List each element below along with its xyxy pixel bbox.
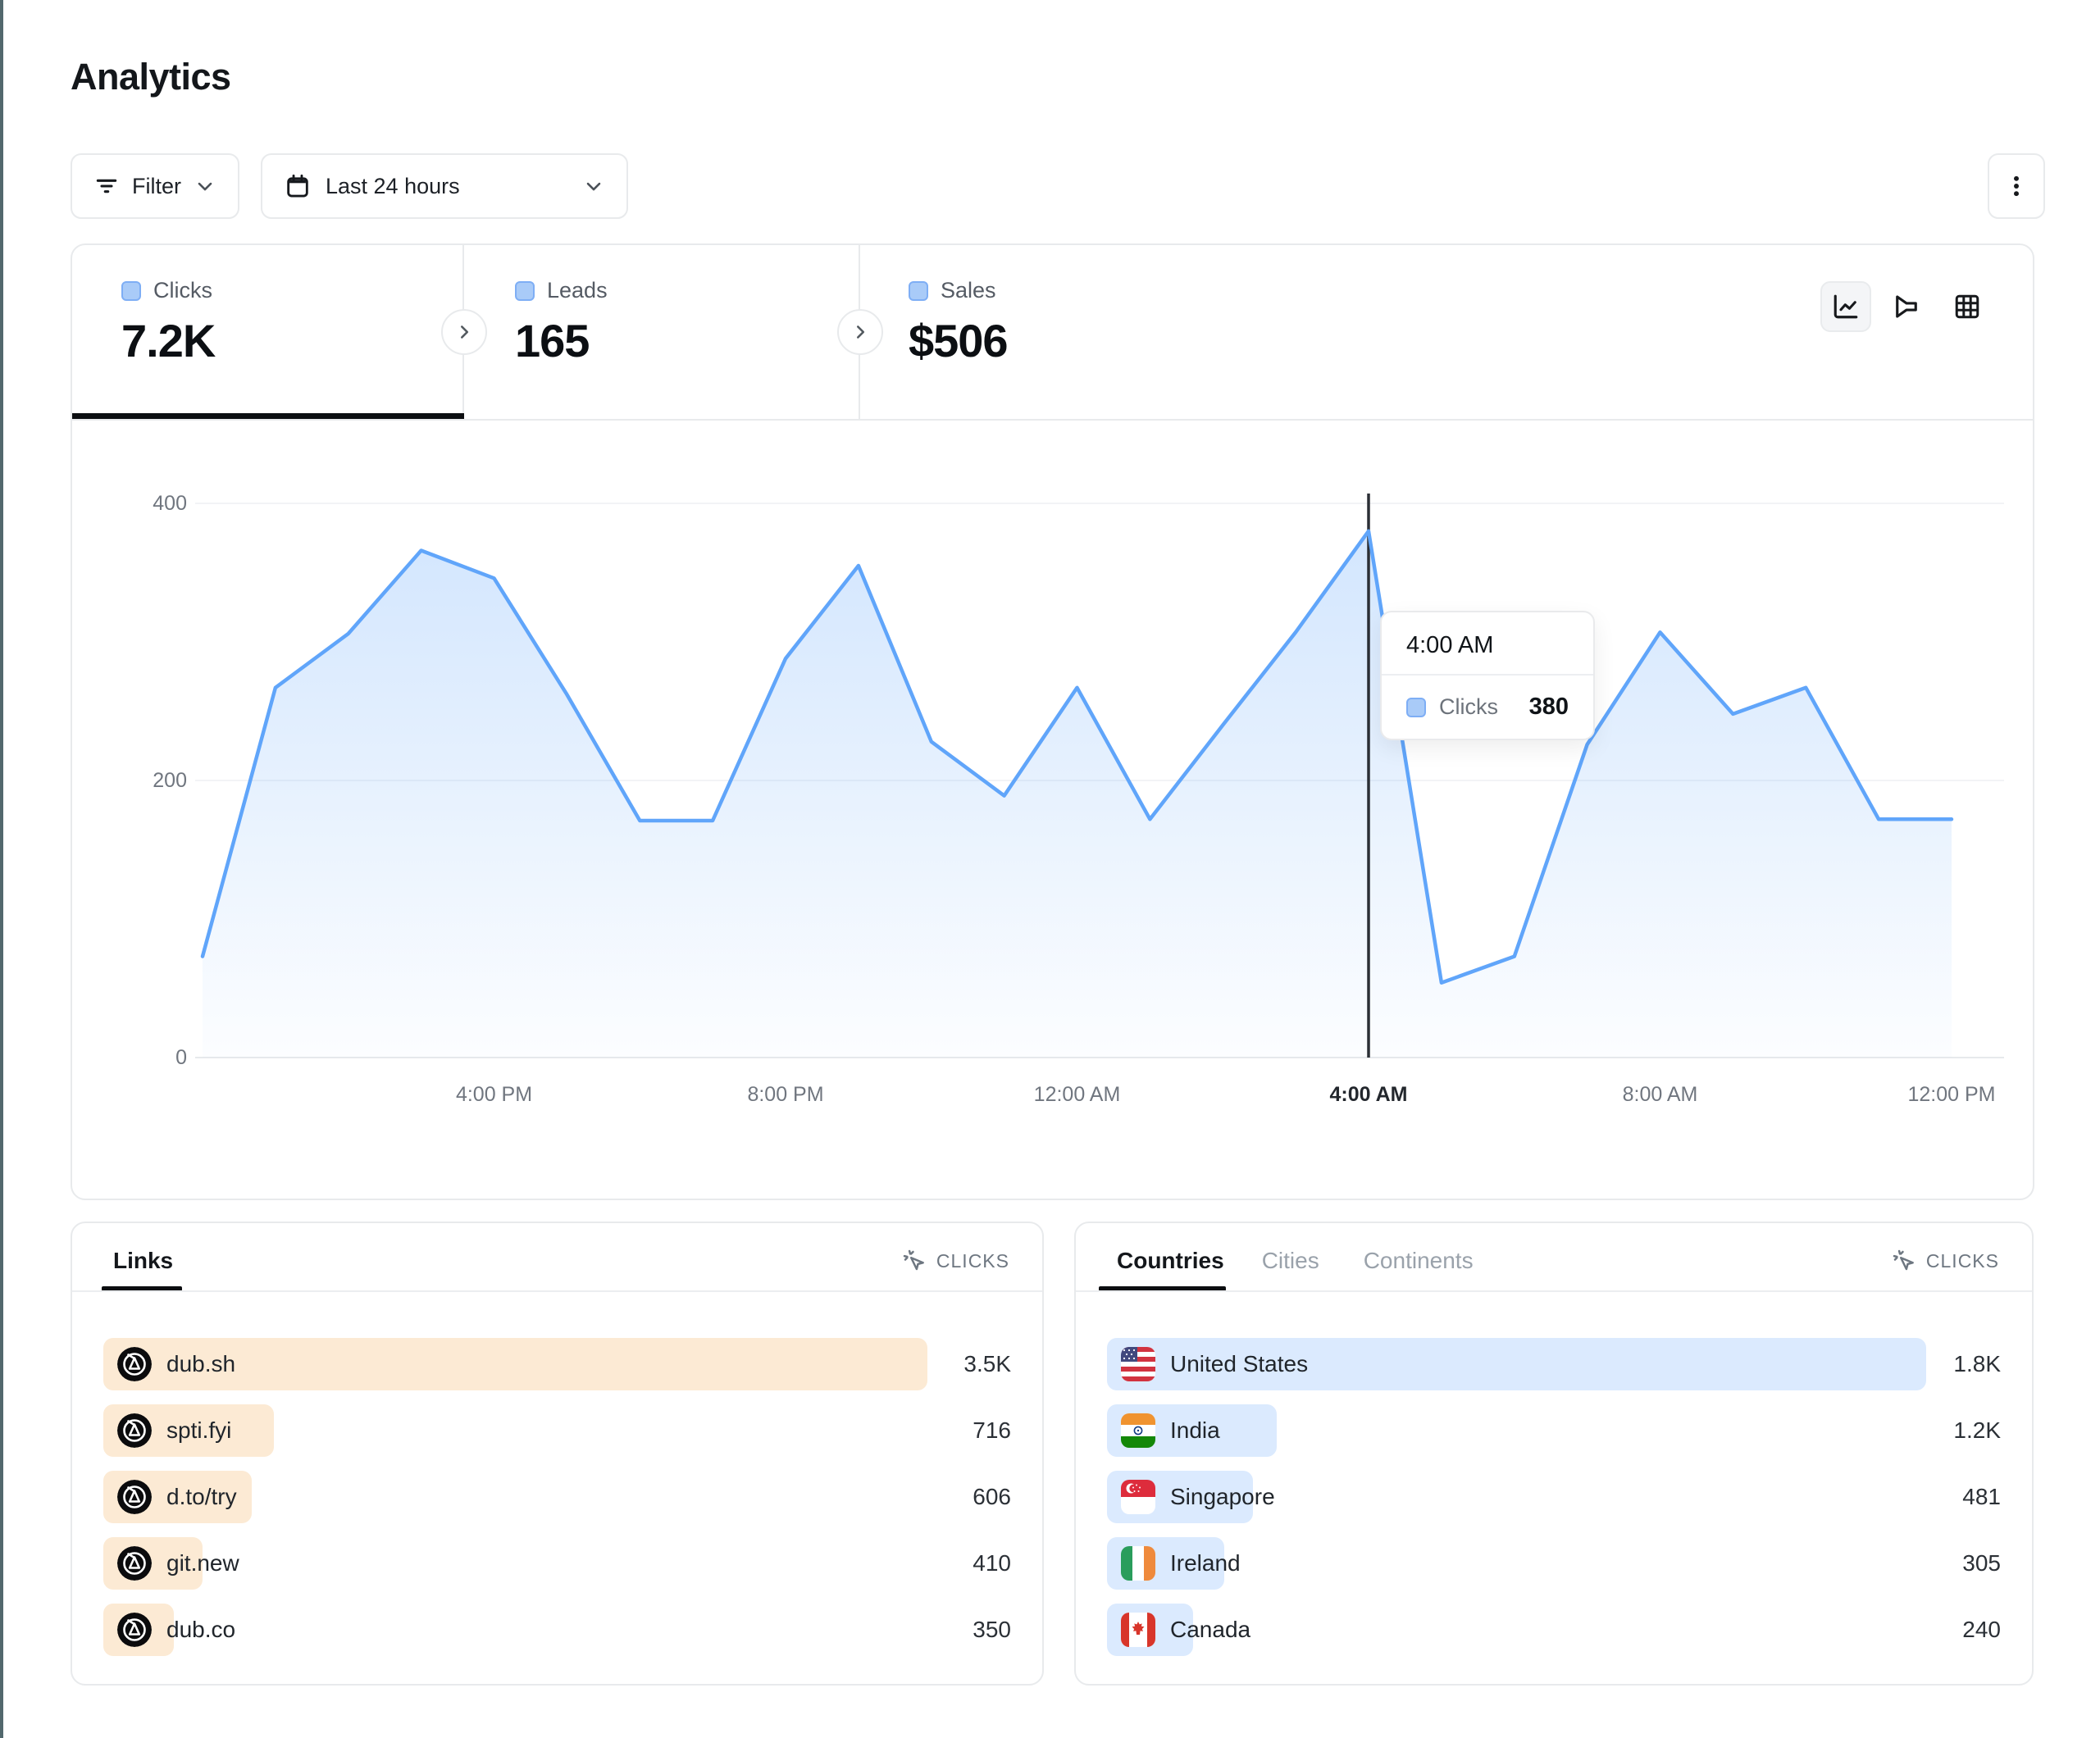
link-label: git.new xyxy=(166,1537,239,1590)
country-label: United States xyxy=(1170,1338,1308,1390)
more-options-button[interactable] xyxy=(1988,153,2045,219)
country-row[interactable]: United States 1.8K xyxy=(1076,1338,2032,1390)
dub-logo-icon xyxy=(117,1546,152,1581)
filter-icon xyxy=(93,173,120,199)
country-row[interactable]: Ireland 305 xyxy=(1076,1537,2032,1590)
clicks-count: 481 xyxy=(1962,1471,2001,1523)
chevron-down-icon xyxy=(194,175,216,198)
clicks-count: 350 xyxy=(973,1604,1011,1656)
dub-logo-icon xyxy=(117,1413,152,1448)
country-label: Canada xyxy=(1170,1604,1250,1656)
area-fill xyxy=(203,531,1952,1058)
dub-logo-icon xyxy=(117,1480,152,1514)
calendar-icon xyxy=(284,172,312,200)
country-label: Singapore xyxy=(1170,1471,1275,1523)
ireland-flag-icon xyxy=(1121,1546,1155,1581)
country-row[interactable]: India 1.2K xyxy=(1076,1404,2032,1457)
chevron-right-icon xyxy=(850,321,871,343)
analytics-chart-card: Clicks 7.2K Leads 165 Sales $506 0200400… xyxy=(71,243,2034,1200)
country-label: Ireland xyxy=(1170,1537,1241,1590)
date-range-label: Last 24 hours xyxy=(326,174,460,199)
link-row[interactable]: dub.sh 3.5K xyxy=(72,1338,1042,1390)
links-panel: Links CLICKS dub.sh3.5Kspti.fyi716d.to/t… xyxy=(71,1222,1044,1686)
clicks-area-chart[interactable] xyxy=(72,245,2033,1199)
country-label: India xyxy=(1170,1404,1220,1457)
dub-logo-icon xyxy=(117,1613,152,1647)
countries-panel: Countries Cities Continents CLICKS Unite… xyxy=(1074,1222,2034,1686)
clicks-count: 410 xyxy=(973,1537,1011,1590)
chevron-right-icon xyxy=(453,321,475,343)
clicks-count: 1.8K xyxy=(1953,1338,2001,1390)
filter-button[interactable]: Filter xyxy=(71,153,239,219)
left-accent-bar xyxy=(0,0,3,1738)
dub-logo-icon xyxy=(117,1347,152,1381)
page-title: Analytics xyxy=(71,56,231,98)
chart-tooltip: 4:00 AM Clicks 380 xyxy=(1380,611,1595,740)
clicks-count: 606 xyxy=(973,1471,1011,1523)
clicks-count: 240 xyxy=(1962,1604,2001,1656)
expand-clicks-button[interactable] xyxy=(441,309,487,355)
country-row[interactable]: Canada 240 xyxy=(1076,1604,2032,1656)
expand-leads-button[interactable] xyxy=(837,309,883,355)
tooltip-series-label: Clicks xyxy=(1439,694,1498,720)
analytics-page: Analytics Filter Last 24 hours Clicks 7.… xyxy=(0,0,2100,1738)
tooltip-time: 4:00 AM xyxy=(1382,612,1593,674)
singapore-flag-icon xyxy=(1121,1480,1155,1514)
link-label: dub.sh xyxy=(166,1338,235,1390)
links-list: dub.sh 3.5K spti.fyi 716 d.to/try 606 git.new 4… xyxy=(72,1223,1042,1684)
canada-flag-icon xyxy=(1121,1613,1155,1647)
chevron-down-icon xyxy=(582,175,605,198)
tooltip-legend-swatch xyxy=(1406,698,1426,717)
india-flag-icon xyxy=(1121,1413,1155,1448)
link-row[interactable]: dub.co 350 xyxy=(72,1604,1042,1656)
link-row[interactable]: spti.fyi 716 xyxy=(72,1404,1042,1457)
kebab-menu-icon xyxy=(2002,172,2030,200)
countries-list: United States 1.8K India 1.2K Singapore 481 Ir… xyxy=(1076,1223,2032,1684)
clicks-count: 3.5K xyxy=(963,1338,1011,1390)
united-states-flag-icon xyxy=(1121,1347,1155,1381)
date-range-button[interactable]: Last 24 hours xyxy=(261,153,628,219)
link-label: dub.co xyxy=(166,1604,235,1656)
link-row[interactable]: git.new 410 xyxy=(72,1537,1042,1590)
link-label: spti.fyi xyxy=(166,1404,231,1457)
tooltip-value: 380 xyxy=(1529,694,1569,721)
filter-label: Filter xyxy=(132,174,181,199)
clicks-count: 1.2K xyxy=(1953,1404,2001,1457)
clicks-count: 716 xyxy=(973,1404,1011,1457)
link-label: d.to/try xyxy=(166,1471,237,1523)
clicks-count: 305 xyxy=(1962,1537,2001,1590)
country-row[interactable]: Singapore 481 xyxy=(1076,1471,2032,1523)
link-row[interactable]: d.to/try 606 xyxy=(72,1471,1042,1523)
